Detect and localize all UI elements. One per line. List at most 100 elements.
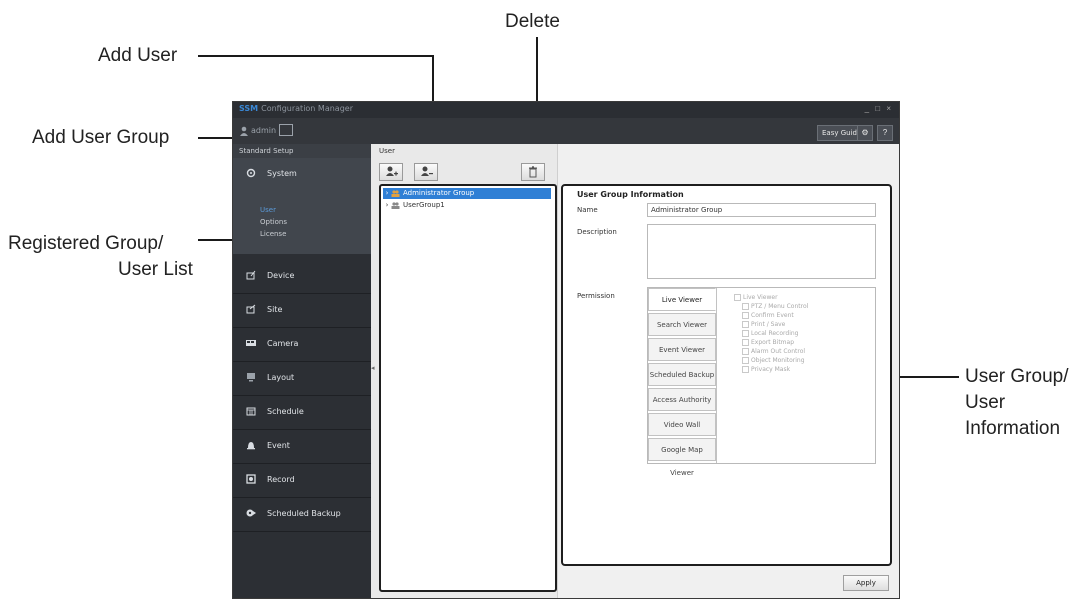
sidebar-system-label: System [267, 169, 297, 178]
sidebar-scheduled-backup-label: Scheduled Backup [267, 509, 341, 518]
user-toolbar [373, 158, 556, 181]
permission-label: Object Monitoring [751, 357, 805, 364]
permission-item[interactable]: Object Monitoring [734, 356, 808, 365]
group-icon [391, 201, 400, 209]
tab-live-viewer[interactable]: Live Viewer [648, 288, 716, 311]
permission-label: Export Bitmap [751, 339, 795, 346]
sidebar-item-scheduled-backup[interactable]: Scheduled Backup [233, 498, 371, 532]
checkbox-icon[interactable] [734, 294, 741, 301]
permission-item[interactable]: Privacy Mask [734, 365, 808, 374]
layout-icon [247, 373, 255, 382]
user-panel-header: User [379, 147, 395, 155]
permission-label: Print / Save [751, 321, 786, 328]
callout-registered-list-line1: Registered Group/ [8, 233, 164, 254]
checkbox-icon[interactable] [742, 339, 749, 346]
app-window: SSM Configuration Manager _ □ × admin Eas… [232, 101, 900, 599]
settings-gear-icon[interactable]: ⚙ [857, 125, 873, 141]
add-user-group-icon [386, 166, 398, 176]
tab-google-map-viewer[interactable]: Google Map Viewer [648, 438, 716, 477]
tree-item-label: Administrator Group [403, 189, 475, 197]
event-bell-icon [247, 442, 255, 450]
permission-item[interactable]: Confirm Event [734, 311, 808, 320]
description-label: Description [577, 228, 617, 236]
add-user-button[interactable] [414, 163, 438, 181]
sidebar-subitem-license[interactable]: License [260, 230, 286, 238]
permission-item[interactable]: Export Bitmap [734, 338, 808, 347]
sidebar-item-device[interactable]: Device [233, 260, 371, 294]
sidebar-subitem-user[interactable]: User [260, 206, 276, 214]
tab-access-authority[interactable]: Access Authority [648, 388, 716, 411]
registered-group-user-list[interactable]: › Administrator Group › UserGroup1 [379, 184, 557, 592]
permission-label: Live Viewer [743, 294, 778, 301]
checkbox-icon[interactable] [742, 321, 749, 328]
record-icon [246, 474, 256, 484]
user-group-information: User Group Information Name Administrato… [561, 184, 892, 566]
apply-button[interactable]: Apply [843, 575, 889, 591]
sidebar: Standard Setup System User Options Licen… [233, 144, 371, 598]
calendar-icon [246, 407, 256, 416]
help-icon[interactable]: ? [877, 125, 893, 141]
camera-icon [246, 340, 256, 346]
window-controls[interactable]: _ □ × [865, 104, 893, 113]
sidebar-camera-label: Camera [267, 339, 299, 348]
sidebar-subitem-options[interactable]: Options [260, 218, 287, 226]
callout-registered-list-line2: User List [118, 259, 193, 280]
permission-label: Permission [577, 292, 615, 300]
group-icon [391, 189, 400, 197]
tree-item-usergroup1[interactable]: › UserGroup1 [383, 200, 445, 211]
callout-user-info-line1: User Group/ [965, 366, 1069, 387]
tab-column-divider [716, 288, 717, 463]
section-title: User Group Information [577, 190, 684, 199]
sidebar-header: Standard Setup [233, 144, 371, 158]
add-user-icon [421, 166, 433, 176]
permission-label: Privacy Mask [751, 366, 791, 373]
expand-caret-icon[interactable]: › [383, 200, 391, 211]
add-user-group-button[interactable] [379, 163, 403, 181]
callout-delete: Delete [505, 11, 560, 32]
tab-event-viewer[interactable]: Event Viewer [648, 338, 716, 361]
sidebar-item-schedule[interactable]: Schedule [233, 396, 371, 430]
permission-item[interactable]: PTZ / Menu Control [734, 302, 808, 311]
checkbox-icon[interactable] [742, 312, 749, 319]
expand-caret-icon[interactable]: › [383, 188, 391, 199]
permission-item[interactable]: Print / Save [734, 320, 808, 329]
sidebar-item-camera[interactable]: Camera [233, 328, 371, 362]
tab-video-wall[interactable]: Video Wall [648, 413, 716, 436]
permission-item[interactable]: Alarm Out Control [734, 347, 808, 356]
tab-scheduled-backup[interactable]: Scheduled Backup [648, 363, 716, 386]
logout-icon[interactable] [279, 124, 293, 136]
name-field[interactable]: Administrator Group [647, 203, 876, 217]
sidebar-item-record[interactable]: Record [233, 464, 371, 498]
user-icon [240, 126, 248, 136]
checkbox-icon[interactable] [742, 330, 749, 337]
user-bar: admin Easy Guide ⚙ ? [233, 118, 899, 144]
name-label: Name [577, 206, 598, 214]
delete-button[interactable] [521, 163, 545, 181]
sidebar-item-event[interactable]: Event [233, 430, 371, 464]
sidebar-device-label: Device [267, 271, 295, 280]
permission-item[interactable]: Live Viewer [734, 293, 808, 302]
checkbox-icon[interactable] [742, 348, 749, 355]
trash-icon [529, 166, 537, 178]
tree-item-administrator-group[interactable]: › Administrator Group [383, 188, 551, 199]
sidebar-item-site[interactable]: Site [233, 294, 371, 328]
permission-label: Confirm Event [751, 312, 794, 319]
checkbox-icon[interactable] [742, 303, 749, 310]
tab-search-viewer[interactable]: Search Viewer [648, 313, 716, 336]
sidebar-item-layout[interactable]: Layout [233, 362, 371, 396]
sidebar-system-row[interactable]: System [233, 158, 371, 191]
tree-item-label: UserGroup1 [403, 201, 445, 209]
callout-add-user-line-h [198, 55, 434, 57]
checkbox-icon[interactable] [742, 357, 749, 364]
permission-list: Live Viewer PTZ / Menu Control Confirm E… [734, 293, 808, 374]
site-icon [246, 304, 256, 314]
sidebar-record-label: Record [267, 475, 295, 484]
permission-item[interactable]: Local Recording [734, 329, 808, 338]
checkbox-icon[interactable] [742, 366, 749, 373]
app-brand: SSM [239, 104, 259, 113]
backup-icon [246, 509, 256, 517]
sidebar-item-system[interactable]: System User Options License [233, 158, 371, 254]
username: admin [251, 126, 277, 135]
sidebar-collapse-handle[interactable]: ◂ [371, 364, 375, 372]
description-field[interactable] [647, 224, 876, 279]
